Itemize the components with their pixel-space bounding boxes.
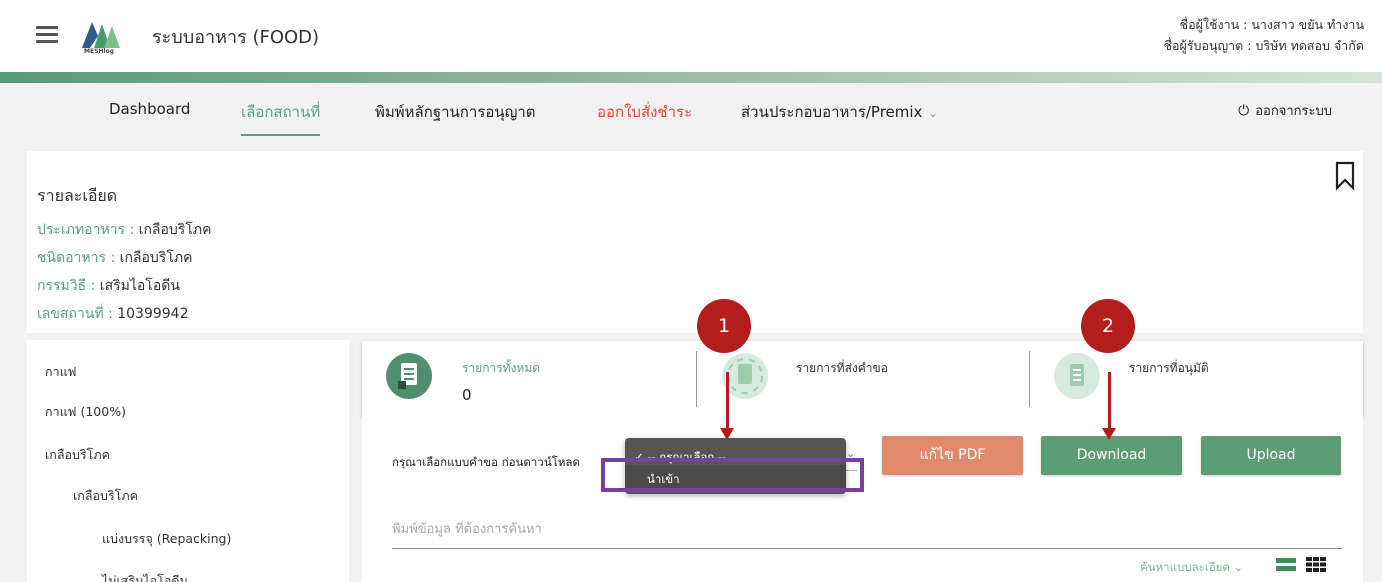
stat-label-approved: รายการที่อนุมัติ [1129,361,1209,375]
user-info: ชื่อผู้ใช้งาน : นางสาว ขยัน ทำงาน ชื่อผู… [1164,14,1365,56]
stats-summary: รายการทั้งหมด 0 รายการที่ส่งคำขอ รายการท… [362,341,1363,417]
detail-label: ชนิดอาหาร : [37,250,120,266]
category-sidebar: กาแฟ กาแฟ (100%) เกลือบริโภค เกลือบริโภค… [27,340,349,582]
annotation-arrow-2 [1108,372,1111,431]
sidebar-item-coffee[interactable]: กาแฟ [45,362,77,382]
nav-print-license[interactable]: พิมพ์หลักฐานการอนุญาต [375,100,536,124]
grid-view-icon[interactable] [1306,557,1326,572]
nav-issue-payment[interactable]: ออกใบสั่งชำระ [597,100,692,124]
chevron-down-icon: ⌄ [928,107,938,120]
bookmark-icon[interactable] [1335,161,1355,191]
nav-ingredients-premix[interactable]: ส่วนประกอบอาหาร/Premix ⌄ [741,100,938,124]
main-nav: Dashboard เลือกสถานที่ พิมพ์หลักฐานการอน… [0,83,1382,151]
annotation-marker-1: 1 [697,299,751,353]
sidebar-item-repacking[interactable]: แบ่งบรรจุ (Repacking) [102,529,231,549]
document-icon [386,353,432,399]
details-title: รายละเอียด [37,186,118,205]
detail-value: เสริมไอโอดีน [99,278,180,294]
sidebar-item-coffee-100[interactable]: กาแฟ (100%) [45,402,126,422]
logout-link[interactable]: ⏻ ออกจากระบบ [1238,100,1332,121]
detail-value: เกลือบริโภค [119,250,193,266]
nav-ingredients-label: ส่วนประกอบอาหาร/Premix [741,103,923,121]
sidebar-item-salt-sub[interactable]: เกลือบริโภค [73,486,138,506]
nav-select-location[interactable]: เลือกสถานที่ [241,100,321,136]
list-view-icon[interactable] [1276,558,1296,572]
logo-text: MESHlog [84,48,114,55]
advanced-search-toggle[interactable]: ค้นหาแบบละเอียด ⌄ [1140,559,1243,577]
annotation-marker-2: 2 [1081,299,1135,353]
logout-label: ออกจากระบบ [1255,104,1332,119]
sidebar-item-salt[interactable]: เกลือบริโภค [45,445,110,465]
stat-count-total: 0 [462,386,472,404]
annotation-arrow-1 [726,372,729,431]
download-form: กรุณาเลือกแบบคำขอ ก่อนดาวน์โหลด ⌄ ✓ -- ก… [362,417,1363,582]
app-title: ระบบอาหาร (FOOD) [152,27,320,48]
sidebar-item-non-iodized[interactable]: ไม่เสริมไอโอดีน [102,571,188,582]
detail-food-kind: ชนิดอาหาร : เกลือบริโภค [37,247,192,269]
detail-location-number: เลขสถานที่ : 10399942 [37,303,189,325]
detail-label: เลขสถานที่ : [37,306,118,322]
detail-value: เกลือบริโภค [138,222,212,238]
power-icon: ⏻ [1238,103,1250,119]
search-input[interactable] [392,511,1342,549]
upload-button[interactable]: Upload [1201,436,1341,475]
stat-label-total: รายการทั้งหมด [462,361,541,375]
detail-process: กรรมวิธี : เสริมไอโอดีน [37,275,180,297]
stat-divider [1029,351,1030,407]
nav-dashboard[interactable]: Dashboard [109,100,190,118]
hamburger-menu-icon[interactable] [36,26,58,44]
annotation-arrowhead-2 [1102,428,1116,440]
user-name: ชื่อผู้ใช้งาน : นางสาว ขยัน ทำงาน [1179,17,1364,32]
form-type-prompt: กรุณาเลือกแบบคำขอ ก่อนดาวน์โหลด [392,455,580,469]
stat-divider [696,351,697,407]
stat-label-submitted: รายการที่ส่งคำขอ [796,361,888,375]
detail-label: ประเภทอาหาร : [37,222,139,238]
detail-label: กรรมวิธี : [37,278,100,294]
details-panel: รายละเอียด ประเภทอาหาร : เกลือบริโภค ชนิ… [27,151,1363,333]
import-option-highlight-box [601,458,864,492]
licensee-name: ชื่อผู้รับอนุญาต : บริษัท ทดสอบ จำกัด [1163,38,1365,53]
detail-food-type: ประเภทอาหาร : เกลือบริโภค [37,219,211,241]
header-gradient-bar [0,72,1382,83]
edit-pdf-button[interactable]: แก้ไข PDF [882,436,1023,475]
document-approved-icon [1054,353,1100,399]
annotation-arrowhead-1 [720,428,734,440]
detail-value: 10399942 [117,306,189,322]
download-button[interactable]: Download [1041,436,1182,475]
top-header: MESHlog ระบบอาหาร (FOOD) ชื่อผู้ใช้งาน :… [0,0,1382,72]
